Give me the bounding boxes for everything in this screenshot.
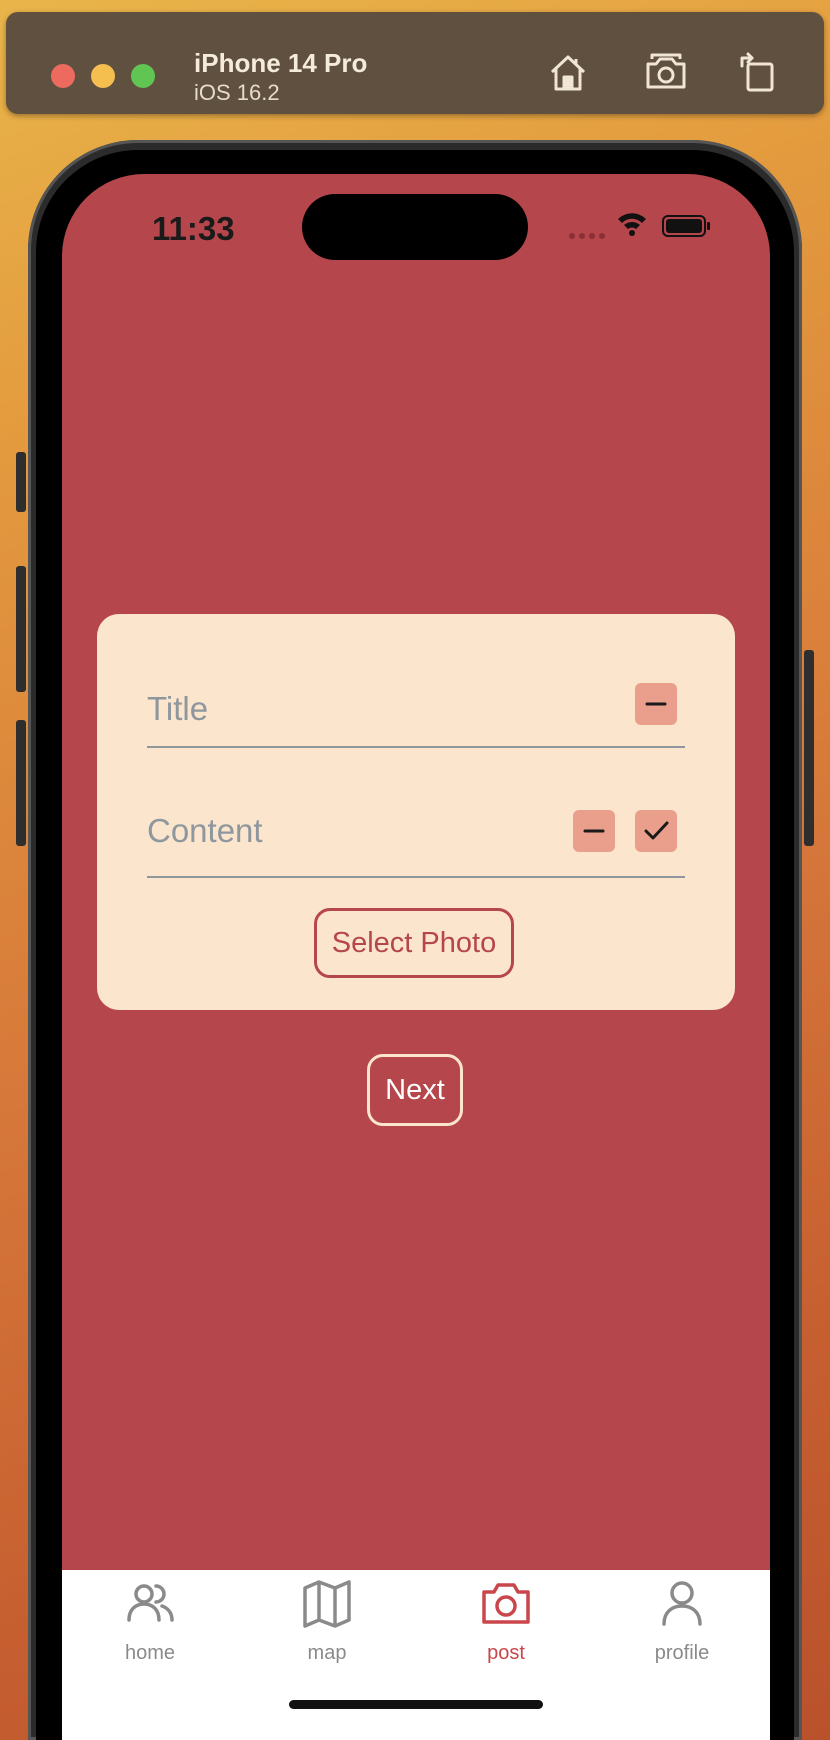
title-collapse-button[interactable] (635, 683, 677, 725)
minus-icon (583, 829, 605, 833)
status-time: 11:33 (152, 210, 235, 247)
close-window-button[interactable] (51, 64, 75, 88)
tab-map[interactable]: map (267, 1570, 387, 1690)
content-placeholder: Content (147, 812, 263, 849)
map-icon (303, 1580, 351, 1628)
minus-icon (645, 702, 667, 706)
content-collapse-button[interactable] (573, 810, 615, 852)
tab-home-label: home (124, 1642, 176, 1664)
checkmark-icon (644, 821, 669, 840)
app-screen: 11:33 Title Content Select Photo Next ho… (62, 174, 770, 1740)
post-form-card: Title Content Select Photo (97, 614, 735, 1010)
camera-icon (482, 1583, 530, 1624)
action-button (16, 452, 26, 512)
tab-profile-label: profile (654, 1642, 710, 1664)
simulator-title-bar: iPhone 14 Pro iOS 16.2 (6, 12, 824, 114)
tab-home[interactable]: home (90, 1570, 210, 1690)
home-icon[interactable] (546, 50, 590, 94)
minimize-window-button[interactable] (91, 64, 115, 88)
volume-down-button (16, 720, 26, 846)
screenshot-icon[interactable] (644, 50, 688, 94)
tab-post[interactable]: post (446, 1570, 566, 1690)
title-placeholder: Title (147, 690, 209, 727)
home-indicator (289, 1700, 543, 1709)
tab-profile[interactable]: profile (622, 1570, 742, 1690)
title-field[interactable]: Title (147, 656, 685, 748)
zoom-window-button[interactable] (131, 64, 155, 88)
next-button[interactable]: Next (367, 1054, 463, 1126)
tab-bar: home map post profile (62, 1570, 770, 1740)
dynamic-island (302, 194, 528, 260)
volume-up-button (16, 566, 26, 692)
select-photo-button[interactable]: Select Photo (314, 908, 514, 978)
device-name: iPhone 14 Pro (194, 48, 368, 78)
os-version: iOS 16.2 (194, 80, 280, 105)
people-icon (127, 1584, 174, 1622)
tab-map-label: map (307, 1642, 347, 1664)
power-button (804, 650, 814, 846)
rotate-icon[interactable] (736, 50, 780, 94)
person-icon (662, 1581, 702, 1626)
tab-post-label: post (487, 1642, 525, 1664)
content-field[interactable]: Content (147, 784, 685, 878)
battery-icon (662, 215, 710, 237)
wifi-icon (618, 213, 646, 236)
signal-dots-icon (569, 233, 605, 239)
content-done-button[interactable] (635, 810, 677, 852)
